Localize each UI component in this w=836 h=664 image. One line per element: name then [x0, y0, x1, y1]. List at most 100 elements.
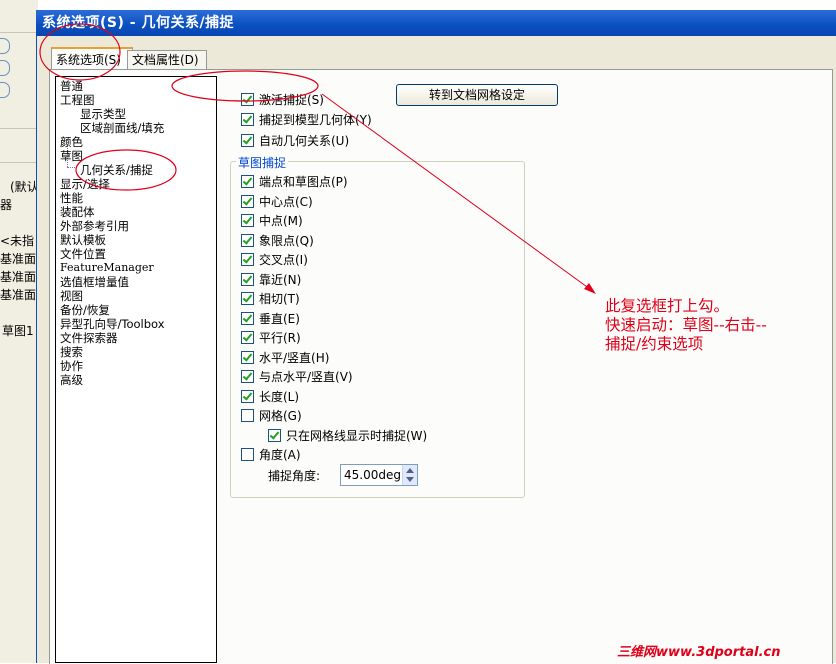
go-to-document-grid-button[interactable]: 转到文档网格设定	[396, 84, 558, 106]
checkbox-label: 只在网格线显示时捕捉(W)	[286, 429, 428, 443]
checkbox-label: 中点(M)	[259, 214, 303, 228]
checkbox-box[interactable]	[268, 429, 281, 442]
tree-item-external-references[interactable]: 外部参考引用	[60, 219, 129, 233]
checkbox-box[interactable]	[241, 273, 254, 286]
checkbox-box[interactable]	[241, 409, 254, 422]
tree-item-spin-increments[interactable]: 选值框增量值	[60, 275, 129, 289]
tree-item-collaboration[interactable]: 协作	[60, 359, 83, 373]
bg-tree-item[interactable]: <未指	[0, 232, 34, 249]
tree-item-file-locations[interactable]: 文件位置	[60, 247, 106, 261]
tab-document-properties[interactable]: 文档属性(D)	[127, 50, 207, 69]
sketch-snaps-group-title: 草图捕捉	[236, 154, 289, 171]
tree-item-backup-recover[interactable]: 备份/恢复	[60, 303, 110, 317]
annotation-line: 此复选框打上勾。	[605, 297, 730, 315]
snap-angle-checkbox[interactable]: 角度(A)	[241, 446, 301, 463]
snap-only-when-grid-displayed-checkbox[interactable]: 只在网格线显示时捕捉(W)	[268, 427, 427, 444]
snap-grid-checkbox[interactable]: 网格(G)	[241, 407, 302, 424]
watermark-brand: 三维网	[617, 645, 657, 660]
bg-tree-item[interactable]: 草图1	[2, 322, 34, 339]
snap-horizontal-vertical-to-points-checkbox[interactable]: 与点水平/竖直(V)	[241, 368, 353, 385]
enable-snap-checkbox[interactable]: 激活捕捉(S)	[241, 91, 324, 108]
spinner-arrows[interactable]	[402, 465, 417, 485]
checkbox-box[interactable]	[241, 214, 254, 227]
checkbox-label: 角度(A)	[259, 448, 301, 462]
snap-angle-value[interactable]: 45.00deg	[341, 468, 401, 482]
tree-item-default-templates[interactable]: 默认模板	[60, 233, 106, 247]
tree-item-file-explorer[interactable]: 文件探索器	[60, 331, 118, 345]
checkbox-label: 象限点(Q)	[259, 234, 314, 248]
spin-down-icon[interactable]	[406, 477, 414, 482]
tree-item-colors[interactable]: 颜色	[60, 135, 83, 149]
bg-tool-icon[interactable]	[0, 60, 10, 76]
snap-length-checkbox[interactable]: 长度(L)	[241, 388, 299, 405]
annotation-line: 捕捉/约束选项	[605, 335, 704, 353]
checkbox-label: 中心点(C)	[259, 195, 313, 209]
tree-item-feature-manager[interactable]: FeatureManager	[60, 261, 154, 275]
options-tree[interactable]: 普通 工程图 显示类型 区域剖面线/填充 颜色 草图 几何关系/捕捉 显示/选择…	[55, 76, 217, 663]
snap-center-checkbox[interactable]: 中心点(C)	[241, 193, 313, 210]
checkbox-box[interactable]	[241, 292, 254, 305]
snap-parallel-checkbox[interactable]: 平行(R)	[241, 329, 301, 346]
snap-midpoint-checkbox[interactable]: 中点(M)	[241, 212, 303, 229]
bg-tree-item[interactable]: 基准面	[0, 268, 36, 285]
tree-item-assemblies[interactable]: 装配体	[60, 205, 95, 219]
bg-toolbar-2	[0, 100, 38, 129]
checkbox-label: 与点水平/竖直(V)	[259, 370, 353, 384]
background-app: (默认 器 <未指 基准面 基准面 基准面 草图1	[0, 0, 39, 663]
auto-relations-checkbox[interactable]: 自动几何关系(U)	[241, 132, 349, 149]
tree-item-advanced[interactable]: 高级	[60, 373, 83, 387]
snap-tangent-checkbox[interactable]: 相切(T)	[241, 290, 300, 307]
snap-perpendicular-checkbox[interactable]: 垂直(E)	[241, 310, 300, 327]
tab-label: 系统选项(S)	[56, 53, 121, 67]
checkbox-box[interactable]	[241, 390, 254, 403]
checkbox-label: 自动几何关系(U)	[259, 134, 350, 148]
bg-tree-item[interactable]: 基准面	[0, 250, 36, 267]
checkbox-label: 交叉点(I)	[259, 253, 308, 267]
tab-label: 文档属性(D)	[132, 53, 199, 67]
bg-tree-item[interactable]: 基准面	[0, 286, 36, 303]
checkbox-label: 水平/竖直(H)	[259, 351, 330, 365]
snap-model-geometry-checkbox[interactable]: 捕捉到模型几何体(Y)	[241, 111, 372, 128]
tab-system-options[interactable]: 系统选项(S)	[51, 47, 133, 71]
snap-nearest-checkbox[interactable]: 靠近(N)	[241, 271, 301, 288]
tree-item-display-type[interactable]: 显示类型	[80, 107, 126, 121]
checkbox-box[interactable]	[241, 351, 254, 364]
checkbox-box[interactable]	[241, 175, 254, 188]
checkbox-box[interactable]	[241, 134, 254, 147]
tree-item-performance[interactable]: 性能	[60, 191, 83, 205]
bg-tool-icon[interactable]	[0, 82, 10, 98]
dialog-titlebar[interactable]: 系统选项(S) - 几何关系/捕捉	[36, 10, 836, 36]
tree-item-drawings[interactable]: 工程图	[60, 93, 95, 107]
snap-intersection-checkbox[interactable]: 交叉点(I)	[241, 251, 308, 268]
tree-item-general[interactable]: 普通	[60, 79, 83, 93]
bg-toolbar-1	[0, 0, 38, 33]
snap-horizontal-vertical-checkbox[interactable]: 水平/竖直(H)	[241, 349, 329, 366]
spin-up-icon[interactable]	[406, 468, 414, 473]
tree-item-area-hatch[interactable]: 区域剖面线/填充	[80, 121, 164, 135]
snap-angle-spinner[interactable]: 45.00deg	[340, 464, 418, 486]
checkbox-box[interactable]	[241, 234, 254, 247]
tree-item-hole-wizard-toolbox[interactable]: 异型孔向导/Toolbox	[60, 317, 165, 331]
tree-item-search[interactable]: 搜索	[60, 345, 83, 359]
checkbox-box[interactable]	[241, 93, 254, 106]
snap-endpoints-checkbox[interactable]: 端点和草图点(P)	[241, 173, 348, 190]
annotation-text: 此复选框打上勾。 快速启动：草图--右击-- 捕捉/约束选项	[605, 297, 767, 354]
checkbox-label: 平行(R)	[259, 331, 301, 345]
checkbox-box[interactable]	[241, 331, 254, 344]
checkbox-box[interactable]	[241, 195, 254, 208]
tree-item-display-selection[interactable]: 显示/选择	[60, 177, 110, 191]
checkbox-box[interactable]	[241, 253, 254, 266]
checkbox-label: 捕捉到模型几何体(Y)	[259, 113, 372, 127]
bg-tree-item[interactable]: 器	[0, 196, 12, 213]
tree-item-view[interactable]: 视图	[60, 289, 83, 303]
checkbox-box[interactable]	[241, 113, 254, 126]
tree-item-relations-snaps[interactable]: 几何关系/捕捉	[80, 163, 153, 177]
checkbox-box[interactable]	[241, 370, 254, 383]
snap-quadrant-checkbox[interactable]: 象限点(Q)	[241, 232, 314, 249]
bg-tool-icon[interactable]	[0, 38, 10, 54]
checkbox-box[interactable]	[241, 448, 254, 461]
tree-item-sketch[interactable]: 草图	[60, 149, 83, 163]
bg-tree-item[interactable]: (默认	[10, 178, 39, 195]
checkbox-label: 垂直(E)	[259, 312, 300, 326]
checkbox-box[interactable]	[241, 312, 254, 325]
